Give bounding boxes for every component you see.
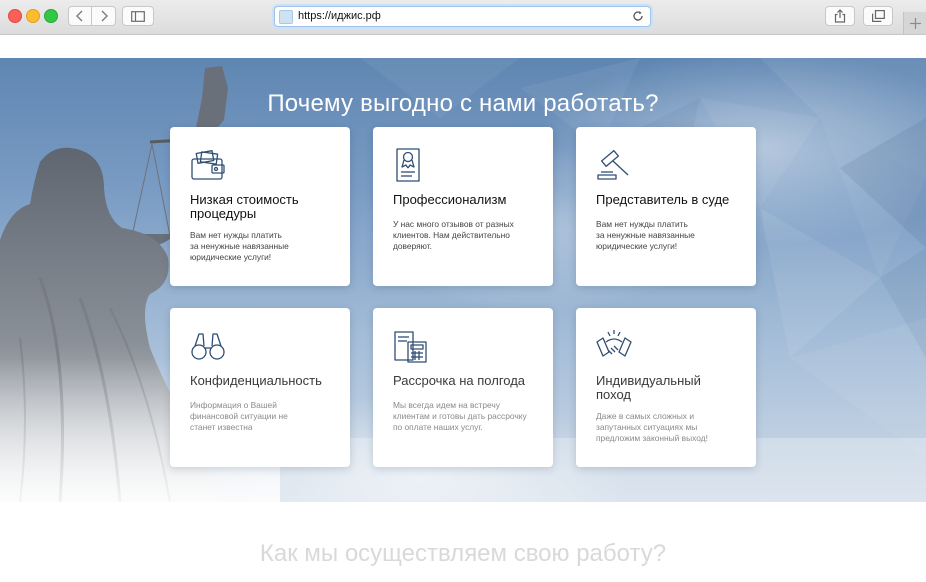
back-button[interactable] [68, 6, 92, 26]
plus-icon [910, 17, 921, 29]
feature-card-confidentiality: Конфиденциальность Информация о Вашей фи… [170, 308, 350, 467]
show-tabs-button[interactable] [863, 6, 893, 26]
zoom-window-button[interactable] [44, 9, 58, 23]
gavel-icon [596, 147, 632, 183]
card-description: Информация о Вашей финансовой ситуации н… [190, 400, 288, 432]
wallet-money-icon [190, 147, 226, 183]
card-title: Низкая стоимость процедуры [190, 192, 299, 221]
forward-button[interactable] [92, 6, 116, 26]
handshake-icon [596, 328, 632, 364]
address-url[interactable]: https://иджис.рф [298, 10, 381, 22]
sidebar-icon [131, 10, 145, 22]
card-description: Вам нет нужды платить за ненужные навяза… [190, 230, 289, 262]
site-favicon-icon [279, 10, 293, 24]
card-description: У нас много отзывов от разных клиентов. … [393, 219, 514, 251]
card-description: Даже в самых сложных и запутанных ситуац… [596, 411, 708, 443]
binoculars-icon [190, 328, 226, 364]
reload-icon[interactable] [632, 10, 644, 22]
advantages-section: Почему выгодно с нами работать? Низкая с… [0, 58, 926, 502]
section-title: Почему выгодно с нами работать? [267, 90, 659, 118]
card-description: Мы всегда идем на встречу клиентам и гот… [393, 400, 527, 432]
feature-card-low-cost: Низкая стоимость процедуры Вам нет нужды… [170, 127, 350, 286]
feature-card-installments: Рассрочка на полгода Мы всегда идем на в… [373, 308, 553, 467]
share-icon [834, 9, 846, 23]
work-process-title: Как мы осуществляем свою работу? [259, 540, 667, 567]
tabs-icon [871, 10, 885, 22]
calculator-document-icon [393, 328, 429, 364]
card-description: Вам нет нужды платить за ненужные навяза… [596, 219, 695, 251]
certificate-document-icon [393, 147, 429, 183]
minimize-window-button[interactable] [26, 9, 40, 23]
chevron-right-icon [101, 10, 108, 22]
sidebar-toggle-button[interactable] [122, 6, 154, 26]
card-title: Представитель в суде [596, 192, 730, 207]
address-bar[interactable]: https://иджис.рф [274, 6, 651, 27]
chevron-left-icon [76, 10, 83, 22]
new-tab-button[interactable] [903, 12, 926, 34]
share-button[interactable] [825, 6, 855, 26]
card-title: Конфиденциальность [190, 373, 322, 388]
feature-card-court-representative: Представитель в суде Вам нет нужды плати… [576, 127, 756, 286]
card-title: Индивидуальный поход [596, 373, 701, 402]
close-window-button[interactable] [8, 9, 22, 23]
feature-card-individual-approach: Индивидуальный поход Даже в самых сложны… [576, 308, 756, 467]
card-title: Профессионализм [393, 192, 507, 207]
feature-card-professionalism: Профессионализм У нас много отзывов от р… [373, 127, 553, 286]
browser-toolbar: https://иджис.рф [0, 0, 926, 35]
card-title: Рассрочка на полгода [393, 373, 526, 388]
